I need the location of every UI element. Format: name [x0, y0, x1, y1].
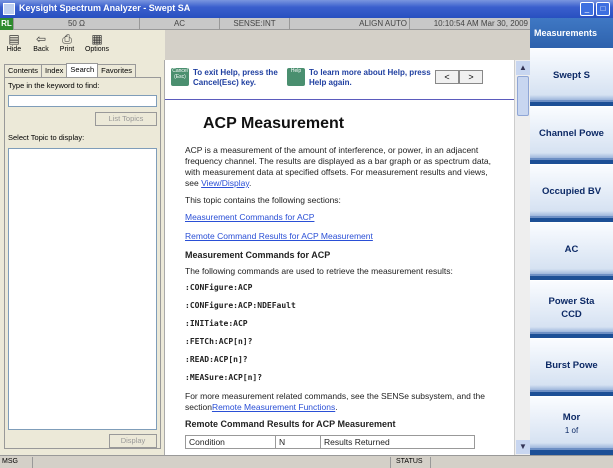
page-title: ACP Measurement — [203, 115, 345, 132]
more-info-end: . — [335, 402, 338, 412]
keyword-input[interactable] — [8, 95, 157, 107]
scroll-thumb[interactable] — [517, 76, 529, 116]
back-label: Back — [33, 46, 49, 53]
softkey-label: Channel Powe — [539, 128, 604, 139]
minimize-button[interactable]: _ — [580, 2, 594, 16]
help-article: ACP Measurement ACP is a measurement of … — [165, 101, 513, 455]
softkey-channel-power[interactable]: Channel Powe — [530, 106, 613, 160]
link-measurement-commands[interactable]: Measurement Commands for ACP — [185, 212, 493, 223]
link-remote-results[interactable]: Remote Command Results for ACP Measureme… — [185, 231, 493, 242]
softkey-page-indicator: 1 of — [564, 426, 579, 435]
more-hint: To learn more about Help, press Help aga… — [309, 68, 431, 87]
softkey-burst-power[interactable]: Burst Powe — [530, 338, 613, 392]
options-button[interactable]: ▦ Options — [82, 32, 112, 53]
softkey-panel: Measurements Swept S Channel Powe Occupi… — [530, 18, 613, 455]
rf-indicator: RL — [0, 18, 14, 30]
softkey-label: Power Sta — [548, 296, 595, 307]
maximize-button[interactable]: □ — [596, 2, 610, 16]
status-label: STATUS — [396, 458, 423, 465]
softkey-label: Swept S — [553, 70, 590, 81]
intro-paragraph: ACP is a measurement of the amount of in… — [185, 145, 493, 189]
print-label: Print — [59, 46, 75, 53]
tab-index[interactable]: Index — [41, 64, 68, 77]
remote-functions-link[interactable]: Remote Measurement Functions — [212, 402, 335, 412]
scroll-up-icon[interactable]: ▲ — [516, 61, 530, 75]
back-arrow-icon: ⇦ — [35, 32, 47, 46]
section-remote-results: Remote Command Results for ACP Measureme… — [185, 419, 396, 429]
softkey-label: Burst Powe — [545, 360, 598, 371]
softkey-header: Measurements — [530, 18, 613, 48]
datetime-label: 10:10:54 AM Mar 30, 2009 — [433, 19, 528, 28]
results-table: Condition N Results Returned — [185, 435, 475, 449]
scroll-down-icon[interactable]: ▼ — [516, 440, 530, 454]
softkey-label: Mor — [562, 412, 581, 423]
more-info-paragraph: For more measurement related commands, s… — [185, 391, 493, 413]
command-item: :INITiate:ACP — [185, 319, 248, 328]
help-header: Cancel (Esc) To exit Help, press the Can… — [165, 60, 530, 100]
table-header: Condition — [185, 435, 276, 449]
sense-label: SENSE:INT — [220, 18, 290, 30]
command-item: :MEASure:ACP[n]? — [185, 373, 263, 382]
table-header: Results Returned — [320, 435, 475, 449]
impedance-label: 50 Ω — [14, 18, 140, 30]
instrument-status-row: RL 50 Ω AC SENSE:INT ALIGN AUTO 10:10:54… — [0, 18, 530, 30]
back-button[interactable]: ⇦ Back — [30, 32, 52, 53]
hide-icon: ▤ — [8, 32, 20, 46]
prev-topic-button[interactable]: < — [435, 70, 459, 84]
softkey-occupied-bw[interactable]: Occupied BV — [530, 164, 613, 218]
cancel-key-icon: Cancel (Esc) — [171, 68, 189, 86]
align-label: ALIGN AUTO — [290, 18, 410, 30]
select-topic-label: Select Topic to display: — [8, 133, 85, 142]
tab-contents[interactable]: Contents — [4, 64, 43, 77]
status-divider — [390, 457, 391, 468]
softkey-label: Occupied BV — [541, 186, 602, 197]
list-topics-button[interactable]: List Topics — [95, 112, 157, 126]
msg-label: MSG — [2, 458, 18, 465]
softkey-sublabel: CCD — [561, 309, 582, 320]
title-bar: Keysight Spectrum Analyzer - Swept SA _ … — [0, 0, 613, 18]
command-item: :CONFigure:ACP — [185, 283, 253, 292]
display-button[interactable]: Display — [109, 434, 157, 448]
view-display-link[interactable]: View/Display — [201, 178, 249, 188]
hide-label: Hide — [6, 46, 22, 53]
printer-icon: ⎙ — [62, 32, 72, 46]
search-tab-body: Type in the keyword to find: List Topics… — [4, 77, 161, 449]
help-toolbar: ▤ Hide ⇦ Back ⎙ Print ▦ Options — [0, 30, 165, 60]
hide-button[interactable]: ▤ Hide — [4, 32, 24, 53]
tab-search[interactable]: Search — [66, 63, 99, 77]
print-button[interactable]: ⎙ Print — [56, 32, 78, 53]
window-title: Keysight Spectrum Analyzer - Swept SA — [19, 3, 191, 13]
tab-favorites[interactable]: Favorites — [97, 64, 136, 77]
softkey-label: AC — [564, 244, 579, 255]
exit-hint: To exit Help, press the Cancel(Esc) key. — [193, 68, 278, 87]
softkey-swept-sa[interactable]: Swept S — [530, 48, 613, 102]
section-measurement-commands: Measurement Commands for ACP — [185, 250, 331, 260]
command-item: :READ:ACP[n]? — [185, 355, 248, 364]
help-scrollbar[interactable]: ▲ ▼ — [514, 60, 530, 455]
status-bar: MSG STATUS — [0, 455, 613, 468]
help-nav-panel: Contents Index Search Favorites Type in the… — [0, 60, 165, 455]
topic-list[interactable] — [8, 148, 157, 430]
keyword-label: Type in the keyword to find: — [8, 81, 100, 90]
command-item: :FETCh:ACP[n]? — [185, 337, 253, 346]
app-icon — [3, 3, 15, 15]
softkey-acp[interactable]: AC — [530, 222, 613, 276]
contains-text: This topic contains the following sectio… — [185, 195, 341, 205]
softkey-power-stat-ccdf[interactable]: Power Sta CCD — [530, 280, 613, 334]
help-key-icon: Help — [287, 68, 305, 86]
command-item: :CONFigure:ACP:NDEFault — [185, 301, 296, 310]
softkey-more[interactable]: Mor 1 of — [530, 396, 613, 450]
options-label: Options — [84, 46, 110, 53]
section1-text: The following commands are used to retri… — [185, 266, 453, 276]
table-header-row: Condition N Results Returned — [185, 435, 475, 449]
table-header: N — [275, 435, 321, 449]
intro-end: . — [248, 178, 252, 188]
status-divider — [430, 457, 431, 468]
help-content-pane: Cancel (Esc) To exit Help, press the Can… — [165, 60, 530, 455]
coupling-label: AC — [140, 18, 220, 30]
options-icon: ▦ — [91, 32, 103, 46]
next-topic-button[interactable]: > — [459, 70, 483, 84]
status-divider — [32, 457, 33, 468]
help-nav-tabs: Contents Index Search Favorites — [4, 63, 136, 77]
